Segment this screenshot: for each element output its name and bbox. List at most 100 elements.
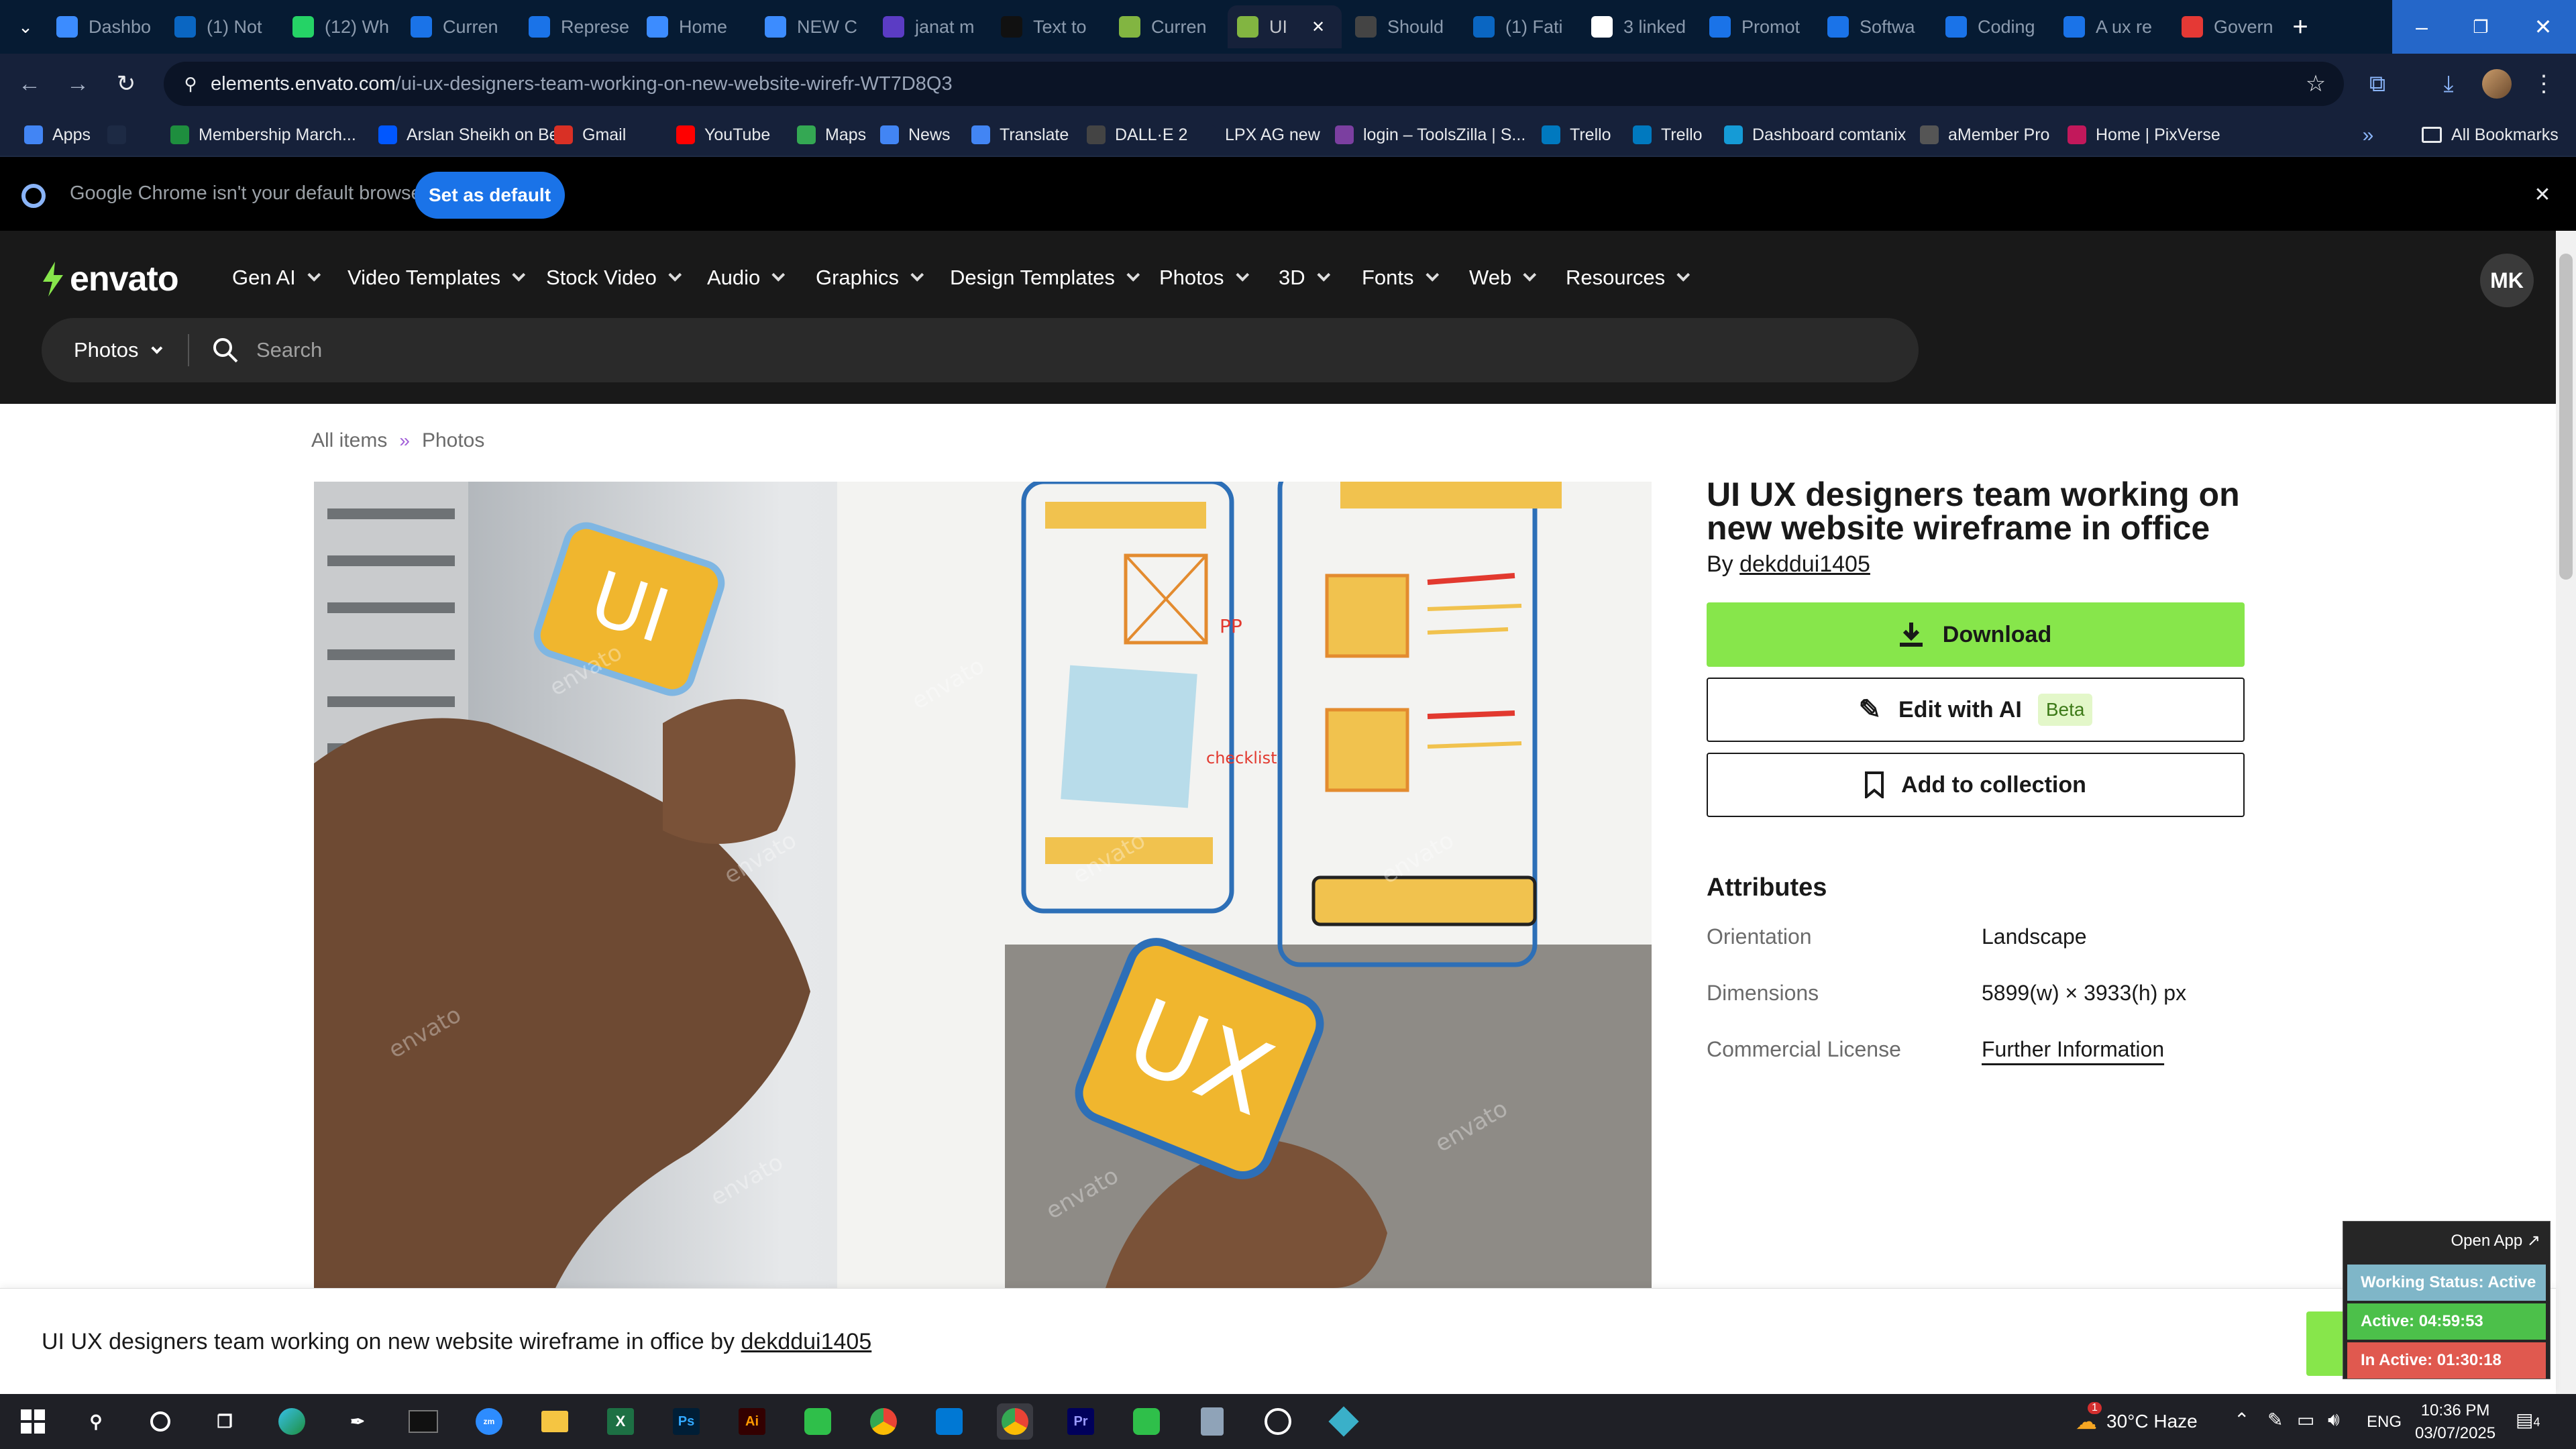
windows-start-icon[interactable] [15, 1403, 51, 1440]
bookmark-item[interactable]: aMember Pro [1920, 121, 2049, 149]
nav-item[interactable]: 3D [1279, 266, 1330, 290]
clock[interactable]: 10:36 PM 03/07/2025 [2415, 1399, 2496, 1445]
browser-tab[interactable]: Represe [519, 5, 633, 48]
set-as-default-button[interactable]: Set as default [415, 172, 565, 219]
network-icon[interactable]: ▭ [2297, 1409, 2314, 1431]
bookmark-item[interactable]: login – ToolsZilla | S... [1335, 121, 1525, 149]
bookmark-item[interactable]: YouTube [676, 121, 770, 149]
illustrator-icon[interactable]: Ai [734, 1403, 770, 1440]
nav-item[interactable]: Audio [707, 266, 786, 290]
volume-icon[interactable]: 🔊︎ [2328, 1409, 2340, 1431]
tray-chevron-icon[interactable]: ⌃ [2234, 1409, 2249, 1431]
nav-item[interactable]: Design Templates [950, 266, 1140, 290]
browser-tab[interactable]: Text to [991, 5, 1106, 48]
minimize-button[interactable]: – [2392, 0, 2451, 54]
browser-tab[interactable]: Promot [1700, 5, 1814, 48]
restore-button[interactable]: ❐ [2451, 0, 2510, 54]
chrome-active-icon[interactable] [997, 1403, 1033, 1440]
browser-tab[interactable]: (12) Wh [283, 5, 397, 48]
app-diamond-icon[interactable] [1326, 1403, 1362, 1440]
language-indicator[interactable]: ENG [2367, 1413, 2402, 1432]
cortana-icon[interactable] [142, 1403, 178, 1440]
browser-tab[interactable]: 3 linked [1582, 5, 1696, 48]
new-tab-button[interactable]: + [2270, 0, 2330, 54]
address-bar[interactable]: ⚲ elements.envato.com/ui-ux-designers-te… [164, 62, 2344, 106]
search-input[interactable] [255, 334, 1865, 366]
bookmark-item[interactable]: Apps [24, 121, 91, 149]
nav-item[interactable]: Video Templates [347, 266, 526, 290]
pen-menu-icon[interactable]: ✎ [2267, 1409, 2283, 1431]
weather-widget[interactable]: ☁ 1 30°C Haze [2076, 1402, 2198, 1434]
calculator-icon[interactable] [1194, 1403, 1230, 1440]
breadcrumb-photos[interactable]: Photos [422, 429, 484, 452]
browser-tab[interactable]: Coding [1936, 5, 2050, 48]
bookmark-item[interactable]: Trello [1542, 121, 1611, 149]
further-information-link[interactable]: Further Information [1982, 1037, 2164, 1062]
excel-icon[interactable]: X [602, 1403, 639, 1440]
bookmark-item[interactable]: Trello [1633, 121, 1703, 149]
user-avatar[interactable]: MK [2480, 254, 2534, 307]
download-button[interactable]: Download [1707, 602, 2245, 667]
nav-item[interactable]: Web [1469, 266, 1537, 290]
url-text[interactable]: elements.envato.com/ui-ux-designers-team… [211, 73, 953, 95]
bookmark-star-icon[interactable]: ☆ [2296, 64, 2336, 104]
search-category-dropdown[interactable]: Photos [74, 338, 162, 362]
browser-tab[interactable]: Curren [1110, 5, 1224, 48]
reload-icon[interactable]: ↻ [106, 64, 146, 104]
breadcrumb-all-items[interactable]: All items [311, 429, 387, 452]
zoom-icon[interactable]: zm [471, 1403, 507, 1440]
downloads-icon[interactable]: ⤓ [2428, 64, 2469, 104]
open-app-link[interactable]: Open App ↗ [2451, 1231, 2540, 1250]
search-icon[interactable]: ⚲ [78, 1403, 114, 1440]
nav-item[interactable]: Photos [1159, 266, 1249, 290]
edit-with-ai-button[interactable]: ✎ Edit with AI Beta [1707, 678, 2245, 742]
nav-item[interactable]: Stock Video [546, 266, 682, 290]
nav-item[interactable]: Graphics [816, 266, 924, 290]
sticky-author-link[interactable]: dekddui1405 [741, 1329, 872, 1354]
task-view-icon[interactable]: ❐ [207, 1403, 243, 1440]
browser-tab[interactable]: NEW C [755, 5, 869, 48]
browser-tab[interactable]: (1) Not [165, 5, 279, 48]
browser-tab[interactable]: Should [1346, 5, 1460, 48]
edge-icon[interactable] [274, 1403, 310, 1440]
more-bookmarks-icon[interactable]: » [2348, 115, 2388, 156]
browser-tab[interactable]: Softwa [1818, 5, 1932, 48]
profile-avatar[interactable] [2477, 64, 2517, 104]
close-infobar-icon[interactable]: ✕ [2522, 174, 2563, 215]
all-bookmarks[interactable]: All Bookmarks [2422, 121, 2559, 149]
bookmark-item[interactable]: Arslan Sheikh on Be... [378, 121, 572, 149]
green-app-icon[interactable] [800, 1403, 836, 1440]
forward-icon[interactable]: → [58, 64, 98, 104]
scrollbar-thumb[interactable] [2559, 254, 2573, 580]
chrome-taskbar-icon[interactable] [865, 1403, 902, 1440]
bookmark-item[interactable]: Membership March... [170, 121, 356, 149]
photoshop-icon[interactable]: Ps [668, 1403, 704, 1440]
browser-tab[interactable]: UI ✕ [1228, 5, 1342, 48]
pen-tool-icon[interactable]: ✒ [339, 1403, 376, 1440]
bookmark-item[interactable]: Translate [971, 121, 1069, 149]
nav-item[interactable]: Resources [1566, 266, 1690, 290]
nav-item[interactable]: Gen AI [232, 266, 321, 290]
bookmark-item[interactable]: Home | PixVerse [2068, 121, 2220, 149]
green-app-2-icon[interactable] [1128, 1403, 1165, 1440]
browser-tab[interactable]: Curren [401, 5, 515, 48]
back-icon[interactable]: ← [9, 64, 50, 104]
file-explorer-icon[interactable] [537, 1403, 573, 1440]
bookmark-item[interactable]: LPX AG new [1197, 121, 1320, 149]
media-player-icon[interactable] [1260, 1403, 1296, 1440]
tab-search-chevron-icon[interactable]: ⌄ [5, 7, 46, 47]
nav-item[interactable]: Fonts [1362, 266, 1439, 290]
browser-tab[interactable]: A ux re [2054, 5, 2168, 48]
close-tab-icon[interactable]: ✕ [1311, 17, 1325, 37]
premiere-icon[interactable]: Pr [1063, 1403, 1099, 1440]
notification-center-icon[interactable]: ▤4 [2516, 1409, 2540, 1431]
browser-tab[interactable]: Dashbo [47, 5, 161, 48]
envato-logo[interactable]: envato [40, 259, 179, 299]
add-to-collection-button[interactable]: Add to collection [1707, 753, 2245, 817]
browser-tab[interactable]: (1) Fati [1464, 5, 1578, 48]
bookmark-item[interactable]: Maps [797, 121, 866, 149]
close-window-button[interactable]: ✕ [2510, 0, 2576, 54]
bookmark-item[interactable]: Dashboard comtanix [1724, 121, 1906, 149]
terminal-icon[interactable] [405, 1403, 441, 1440]
bookmark-item[interactable]: Gmail [554, 121, 626, 149]
